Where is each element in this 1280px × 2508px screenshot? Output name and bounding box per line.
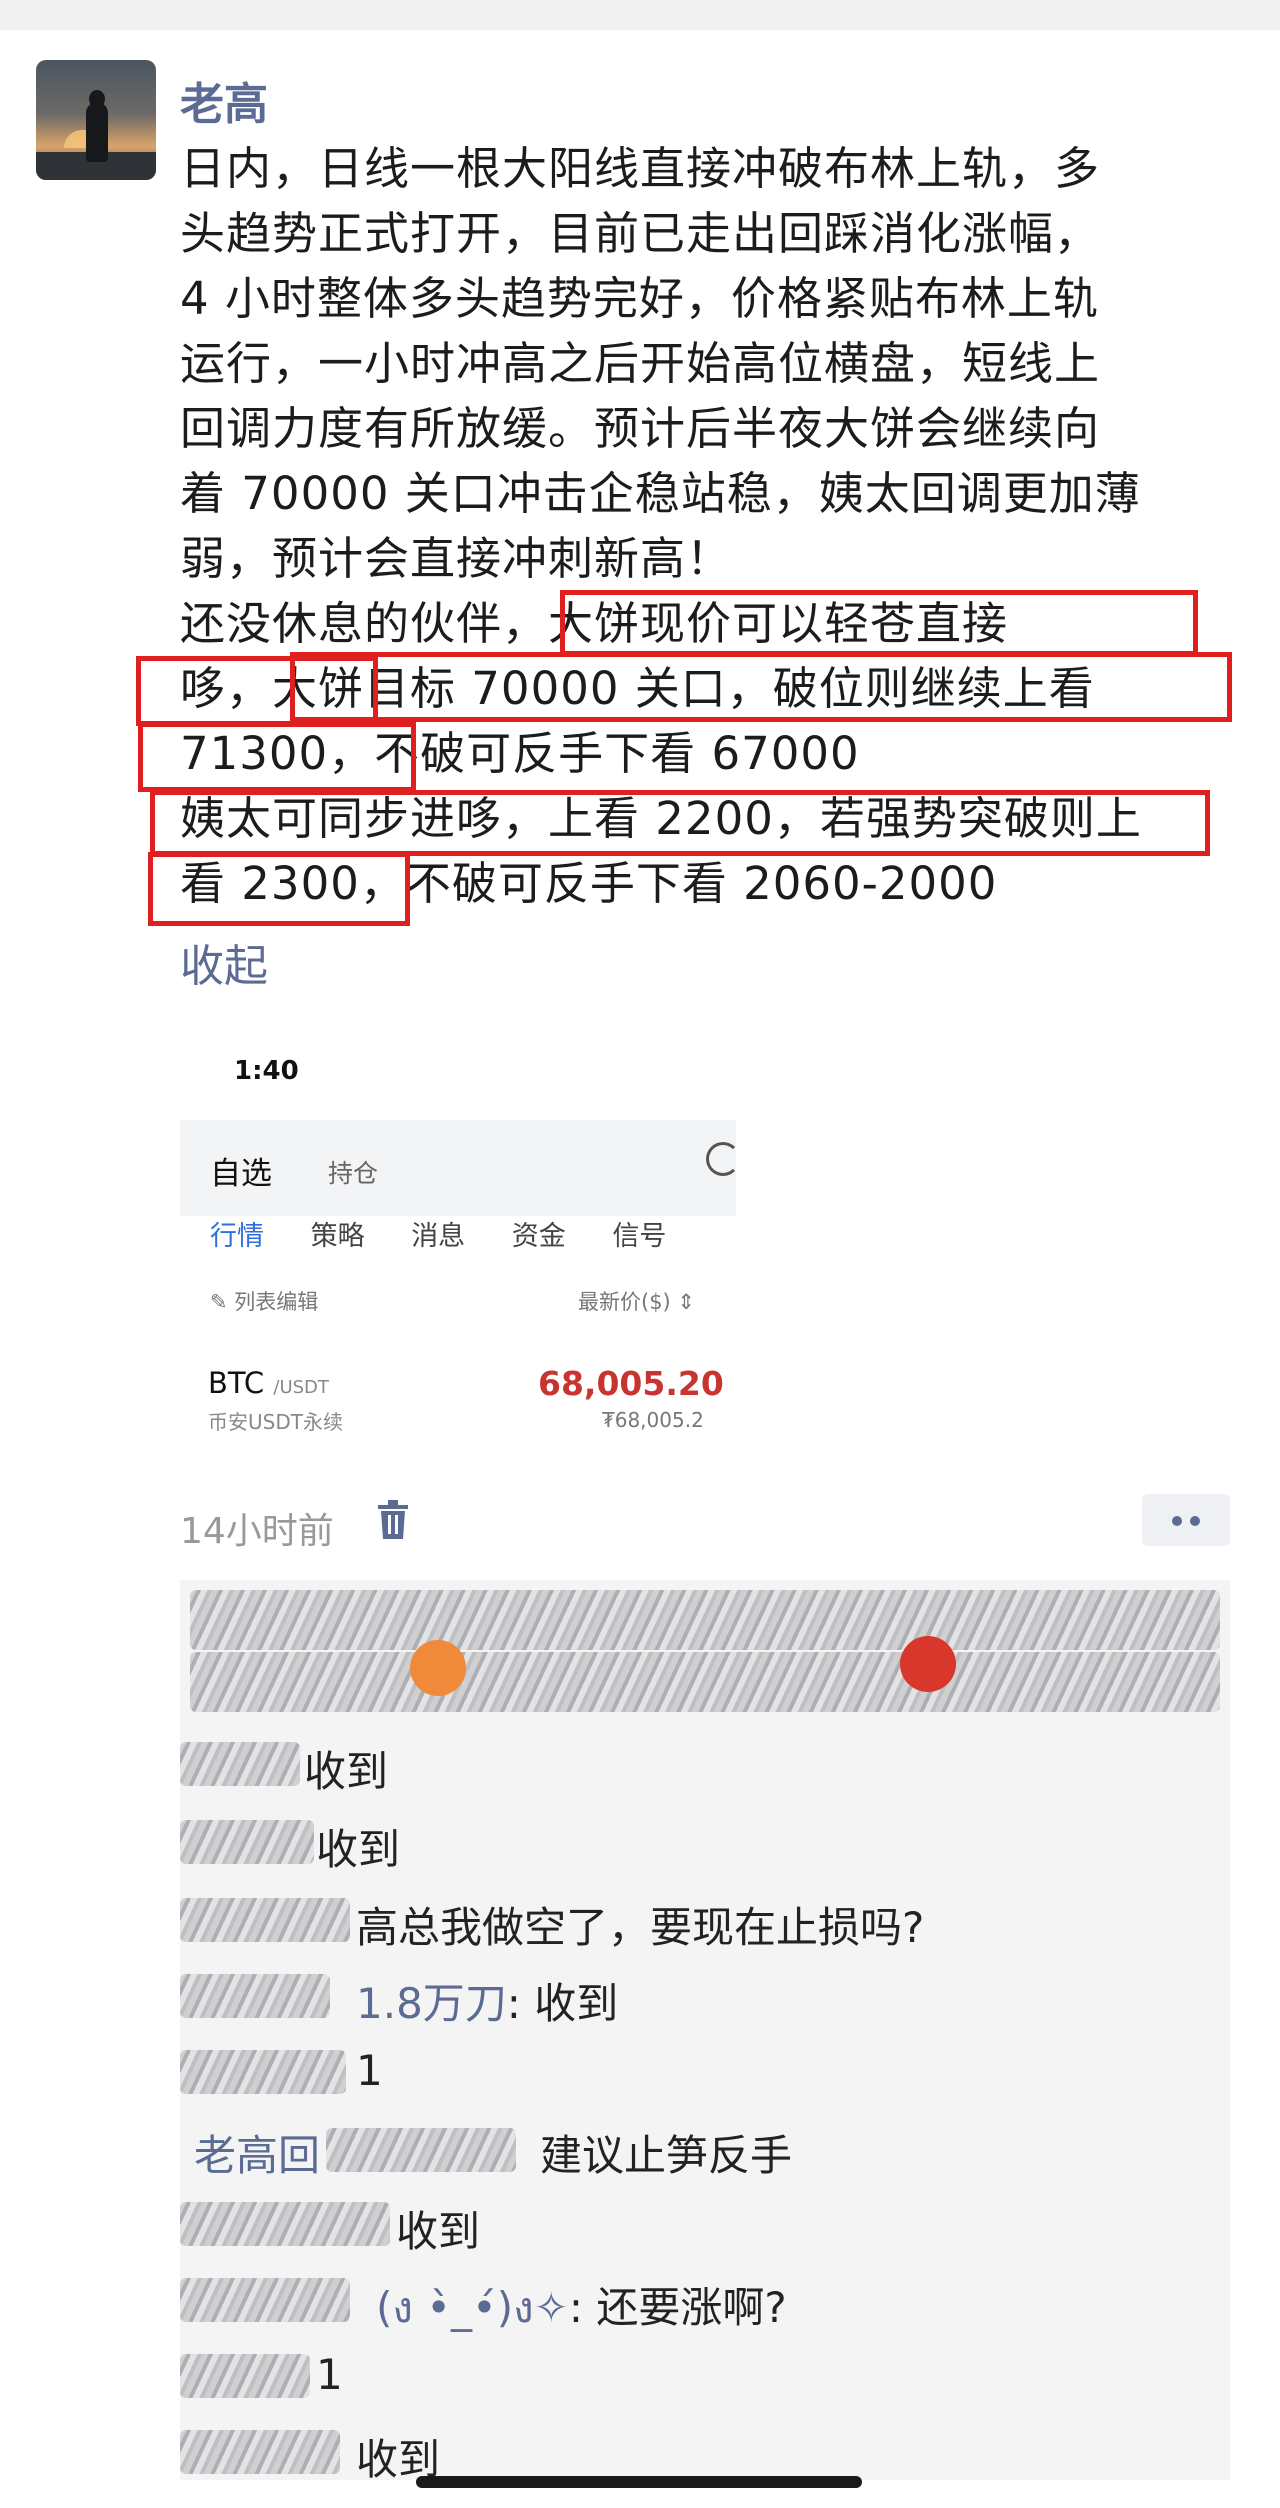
- screenshot-tabs: 行情 策略 消息 资金 信号: [210, 1214, 704, 1253]
- highlight-box: [560, 590, 1198, 656]
- screenshot-symbol-sub: 币安USDT永续: [208, 1410, 343, 1434]
- comment[interactable]: (ง •̀_•́)ง✧: 还要涨啊?: [376, 2274, 787, 2341]
- highlight-box: [150, 790, 1210, 856]
- list-edit-label: 列表编辑: [234, 1290, 319, 1314]
- symbol-name: BTC: [208, 1366, 265, 1400]
- post-timestamp: 14小时前: [180, 1511, 334, 1552]
- comment-text: 建议止笋反手: [540, 2131, 793, 2180]
- comment[interactable]: 1: [356, 2046, 383, 2095]
- screenshot-price-alt: ₮68,005.2: [602, 1408, 704, 1432]
- comment-author[interactable]: 1.8万刀: [356, 1979, 507, 2028]
- redacted-name: [180, 1974, 330, 2018]
- screenshot-symbol: BTC /USDT: [208, 1366, 329, 1400]
- home-indicator[interactable]: [416, 2476, 862, 2488]
- redacted-name: [180, 1820, 314, 1864]
- comment-text: 收到: [304, 1747, 389, 1796]
- trash-icon[interactable]: [376, 1500, 410, 1540]
- screenshot-price: 68,005.20: [538, 1364, 724, 1403]
- redacted-avatar: [900, 1636, 956, 1692]
- comments-panel: 收到 收到 高总我做空了，要现在止损吗? 1.8万刀: 收到 1 老高回 建议止…: [180, 1580, 1230, 2480]
- embedded-screenshot[interactable]: 1:40 自选 持仓 行情 策略 消息 资金 信号 ✎ 列表编辑 最新价($) …: [180, 1020, 736, 1440]
- redacted-name: [180, 2354, 310, 2398]
- comment[interactable]: 老高回: [194, 2122, 320, 2183]
- redacted-likes: [190, 1652, 1220, 1712]
- comment[interactable]: 高总我做空了，要现在止损吗?: [356, 1894, 924, 1955]
- screenshot-tab: 资金: [511, 1221, 566, 1252]
- screenshot-tab: 策略: [310, 1221, 365, 1252]
- avatar-person: [86, 102, 108, 162]
- post-line: 弱，预计会直接冲刺新高！: [180, 532, 733, 585]
- comment-text: 1: [316, 2350, 343, 2399]
- comment-text: 收到: [356, 2435, 441, 2480]
- comment-text: 收到: [316, 1825, 401, 1874]
- comment[interactable]: 收到: [396, 2198, 480, 2259]
- screenshot-tab: 行情: [210, 1221, 264, 1252]
- symbol-quote: /USDT: [273, 1377, 329, 1398]
- redacted-name: [180, 2430, 340, 2474]
- comment-text: 1: [356, 2046, 383, 2095]
- post-line: 运行，一小时冲高之后开始高位横盘，短线上: [180, 337, 1101, 390]
- comment-text: : 还要涨啊?: [568, 2283, 787, 2332]
- user-avatar[interactable]: [36, 60, 156, 180]
- screenshot-tab: 信号: [612, 1221, 667, 1252]
- edit-icon: ✎: [210, 1290, 235, 1314]
- redacted-name: [180, 2202, 390, 2246]
- more-dot: [1190, 1516, 1200, 1526]
- collapse-link[interactable]: 收起: [180, 930, 268, 994]
- comment[interactable]: 1: [316, 2350, 343, 2399]
- redacted-name: [180, 2050, 346, 2094]
- more-dot: [1172, 1516, 1182, 1526]
- redacted-avatar: [410, 1640, 466, 1696]
- highlight-box: [138, 722, 416, 792]
- post-line: 着 70000 关口冲击企稳站稳，姨太回调更加薄: [180, 467, 1141, 520]
- comment-reply-text: 建议止笋反手: [540, 2122, 792, 2183]
- redacted-name: [180, 1742, 300, 1786]
- highlight-box: [148, 852, 410, 926]
- comment[interactable]: 1.8万刀: 收到: [356, 1970, 618, 2031]
- post-author-name[interactable]: 老高: [180, 68, 268, 132]
- comment-author[interactable]: (ง •̀_•́)ง✧: [376, 2283, 569, 2332]
- redacted-likes: [190, 1590, 1220, 1650]
- price-header-label: 最新价($): [578, 1290, 671, 1314]
- comment-text: : 收到: [506, 1979, 619, 2028]
- screenshot-tab: 消息: [411, 1221, 466, 1252]
- comment[interactable]: 收到: [316, 1816, 400, 1877]
- post-line: 头趋势正式打开，目前已走出回踩消化涨幅，: [180, 207, 1101, 260]
- comment-text: 高总我做空了，要现在止损吗?: [356, 1903, 925, 1952]
- screenshot-tab-watchlist: 自选: [210, 1156, 272, 1192]
- comment-text: 收到: [396, 2207, 481, 2256]
- refresh-icon: [706, 1142, 736, 1176]
- screenshot-clock: 1:40: [234, 1056, 299, 1086]
- highlight-box: [290, 652, 1232, 722]
- status-strip: [0, 0, 1280, 30]
- comment-author[interactable]: 老高回: [194, 2131, 320, 2180]
- post-line: 日内，日线一根大阳线直接冲破布林上轨，多: [180, 142, 1101, 195]
- post-line: 4 小时整体多头趋势完好，价格紧贴布林上轨: [180, 272, 1099, 325]
- redacted-name: [326, 2128, 516, 2172]
- post-line: 回调力度有所放缓。预计后半夜大饼会继续向: [180, 402, 1101, 455]
- screenshot-price-header: 最新价($) ⇕: [578, 1286, 695, 1316]
- redacted-name: [180, 1898, 350, 1942]
- comment[interactable]: 收到: [356, 2426, 440, 2480]
- comment[interactable]: 收到: [304, 1738, 388, 1799]
- more-options-button[interactable]: [1142, 1494, 1230, 1546]
- redacted-name: [180, 2278, 350, 2322]
- screenshot-list-edit: ✎ 列表编辑: [210, 1286, 318, 1316]
- screenshot-tab-positions: 持仓: [328, 1159, 379, 1188]
- sort-icon: ⇕: [670, 1290, 696, 1314]
